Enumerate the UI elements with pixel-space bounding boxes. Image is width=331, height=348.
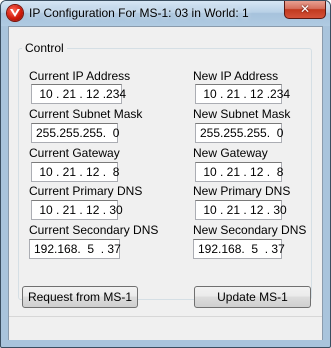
new-gateway-label: New Gateway [193,146,268,160]
new-ip-field[interactable]: 10 . 21 . 12 .234 [195,84,290,104]
current-ip-field[interactable]: 10 . 21 . 12 .234 [31,84,126,104]
control-group-title: Control [22,41,67,55]
new-secondary-dns-field[interactable]: 192.168. 5 . 37 [193,239,285,259]
close-button[interactable]: ✕ [284,1,326,19]
current-secondary-dns-label: Current Secondary DNS [29,223,159,237]
new-primary-dns-label: New Primary DNS [193,184,291,198]
new-subnet-field[interactable]: 255.255.255. 0 [195,123,283,143]
new-primary-dns-field[interactable]: 10 . 21 . 12 . 30 [195,200,287,220]
status-bar [9,316,322,340]
current-subnet-label: Current Subnet Mask [29,107,143,121]
new-secondary-dns-label: New Secondary DNS [193,223,307,237]
current-secondary-dns-field[interactable]: 192.168. 5 . 37 [29,239,121,259]
new-gateway-field[interactable]: 10 . 21 . 12 . 8 [195,162,283,182]
client-area: Control Current IP Address 10 . 21 . 12 … [8,26,323,340]
current-ip-label: Current IP Address [29,69,131,83]
app-logo-mark-icon [10,9,20,17]
update-ms1-button[interactable]: Update MS-1 [194,286,311,308]
new-subnet-label: New Subnet Mask [193,107,291,121]
current-gateway-field[interactable]: 10 . 21 . 12 . 8 [31,162,119,182]
current-subnet-field[interactable]: 255.255.255. 0 [31,123,119,143]
current-primary-dns-label: Current Primary DNS [29,184,143,198]
dialog-window: IP Configuration For MS-1: 03 in World: … [0,0,331,348]
window-title: IP Configuration For MS-1: 03 in World: … [29,6,249,20]
new-ip-label: New IP Address [193,69,279,83]
close-icon: ✕ [299,2,311,16]
current-primary-dns-field[interactable]: 10 . 21 . 12 . 30 [31,200,123,220]
title-bar[interactable]: IP Configuration For MS-1: 03 in World: … [1,1,330,26]
current-gateway-label: Current Gateway [29,146,120,160]
app-logo-icon[interactable] [7,5,23,21]
request-from-ms1-button[interactable]: Request from MS-1 [22,286,138,308]
